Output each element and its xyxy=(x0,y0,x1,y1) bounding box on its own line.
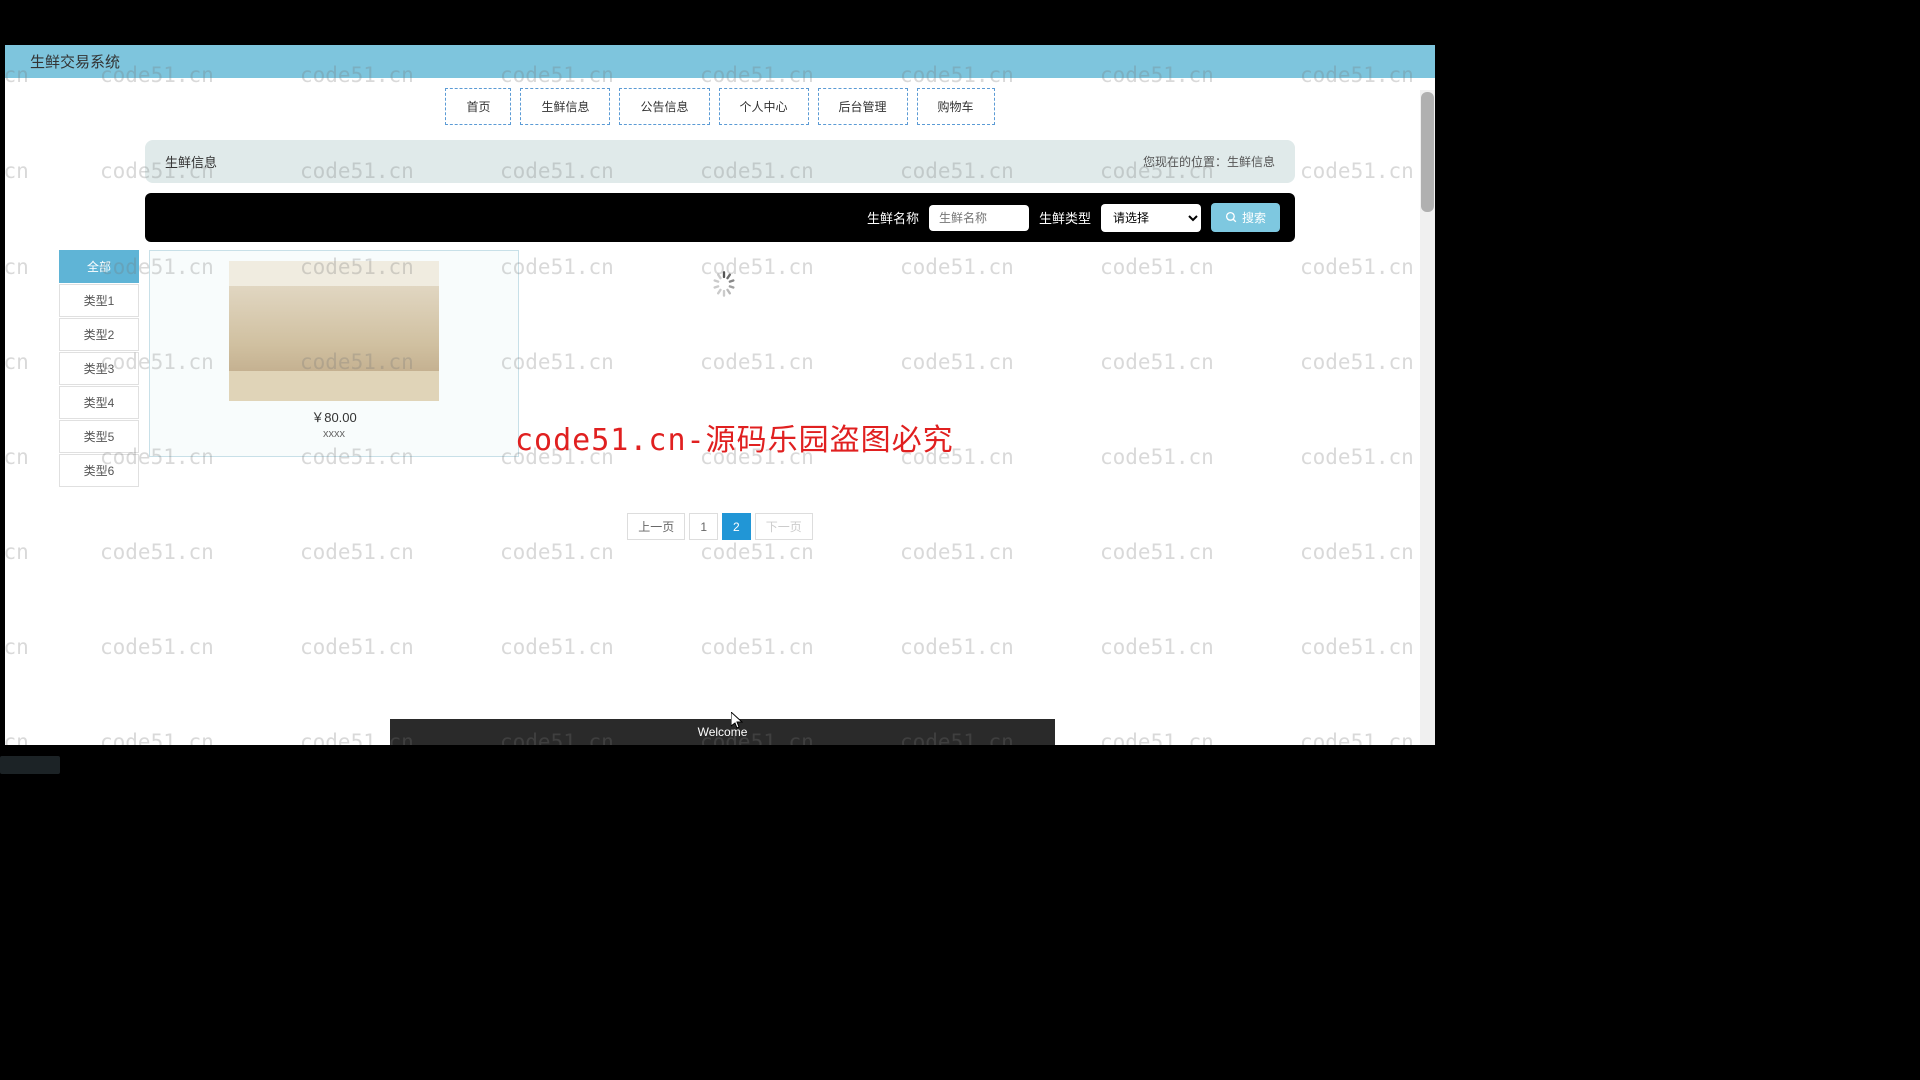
nav-cart[interactable]: 购物车 xyxy=(917,88,995,125)
playback-indicator xyxy=(0,756,60,774)
page-prev[interactable]: 上一页 xyxy=(627,513,685,540)
nav-personal[interactable]: 个人中心 xyxy=(719,88,809,125)
sidebar-item-type4[interactable]: 类型4 xyxy=(59,386,139,419)
product-name: xxxx xyxy=(323,428,345,440)
watermark-banner: code51.cn-源码乐园盗图必究 xyxy=(515,415,954,459)
app-title: 生鲜交易系统 xyxy=(30,51,120,72)
product-card[interactable]: ￥80.00 xxxx xyxy=(149,250,519,457)
main-nav: 首页 生鲜信息 公告信息 个人中心 后台管理 购物车 xyxy=(5,78,1435,130)
page-1[interactable]: 1 xyxy=(689,513,718,540)
category-sidebar: 全部 类型1 类型2 类型3 类型4 类型5 类型6 xyxy=(59,250,139,488)
search-name-label: 生鲜名称 xyxy=(867,208,919,227)
search-type-label: 生鲜类型 xyxy=(1039,208,1091,227)
sidebar-item-all[interactable]: 全部 xyxy=(59,250,139,283)
pagination: 上一页 1 2 下一页 xyxy=(5,513,1435,540)
cursor-icon xyxy=(731,712,743,730)
product-price: ￥80.00 xyxy=(311,407,357,426)
search-type-select[interactable]: 请选择 xyxy=(1101,204,1201,232)
breadcrumb-location: 您现在的位置：生鲜信息 xyxy=(1143,153,1275,170)
search-name-input[interactable] xyxy=(929,205,1029,231)
page-2[interactable]: 2 xyxy=(722,513,751,540)
sidebar-item-type2[interactable]: 类型2 xyxy=(59,318,139,351)
sidebar-item-type1[interactable]: 类型1 xyxy=(59,284,139,317)
search-button[interactable]: 搜索 xyxy=(1211,203,1280,232)
nav-announcement[interactable]: 公告信息 xyxy=(619,88,709,125)
sidebar-item-type3[interactable]: 类型3 xyxy=(59,352,139,385)
nav-home[interactable]: 首页 xyxy=(445,88,511,125)
loading-spinner-icon xyxy=(710,270,738,298)
scrollbar-thumb[interactable] xyxy=(1421,92,1434,212)
page-next: 下一页 xyxy=(755,513,813,540)
sidebar-item-type5[interactable]: 类型5 xyxy=(59,420,139,453)
product-image xyxy=(229,261,439,401)
footer: Welcome xyxy=(390,719,1055,745)
nav-admin[interactable]: 后台管理 xyxy=(818,88,908,125)
search-icon xyxy=(1225,211,1238,224)
search-bar: 生鲜名称 生鲜类型 请选择 搜索 xyxy=(145,193,1295,242)
nav-fresh-info[interactable]: 生鲜信息 xyxy=(520,88,610,125)
sidebar-item-type6[interactable]: 类型6 xyxy=(59,454,139,487)
page-title: 生鲜信息 xyxy=(165,152,217,171)
breadcrumb: 生鲜信息 您现在的位置：生鲜信息 xyxy=(145,140,1295,183)
